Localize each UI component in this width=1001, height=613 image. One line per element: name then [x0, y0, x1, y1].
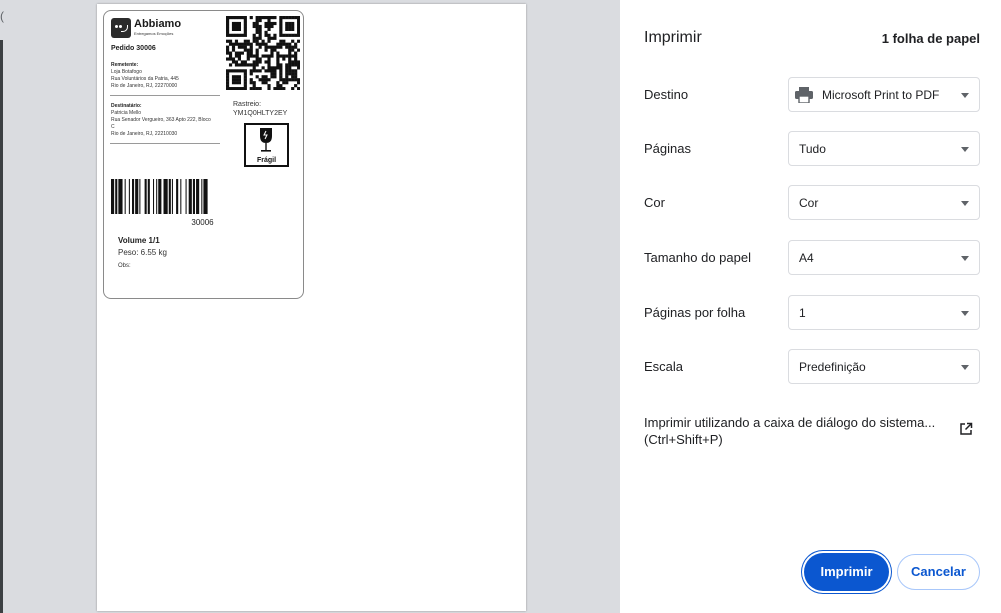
destination-label: Destino — [644, 87, 689, 102]
open-in-new-icon[interactable] — [959, 422, 973, 436]
system-dialog-link[interactable]: Imprimir utilizando a caixa de diálogo d… — [644, 414, 935, 448]
print-preview-area: ( Abbiamo Entregamos Emoções Pedido 3000… — [0, 0, 620, 613]
system-dialog-shortcut: (Ctrl+Shift+P) — [644, 432, 723, 447]
sheet-count: 1 folha de papel — [881, 31, 980, 46]
chevron-down-icon — [961, 201, 969, 206]
barcode-icon — [111, 179, 208, 214]
sender-city: Rio de Janeiro, RJ, 22270000 — [111, 83, 178, 89]
chevron-down-icon — [961, 311, 969, 316]
divider — [110, 143, 220, 144]
brand-name: Abbiamo — [134, 18, 182, 30]
paper-size-value: A4 — [799, 251, 814, 265]
fragile-badge: Frágil — [244, 123, 289, 167]
preview-page: Abbiamo Entregamos Emoções Pedido 30006 … — [97, 4, 526, 611]
shipping-label: Abbiamo Entregamos Emoções Pedido 30006 … — [103, 10, 304, 299]
barcode-number: 30006 — [191, 218, 214, 227]
sender-street: Rua Voluntários da Patria, 445 — [111, 76, 179, 82]
divider — [110, 95, 220, 96]
paper-size-label: Tamanho do papel — [644, 250, 751, 265]
system-dialog-text: Imprimir utilizando a caixa de diálogo d… — [644, 415, 936, 430]
recipient-heading: Destinatário: — [111, 103, 142, 109]
volume-label: Volume 1/1 — [118, 236, 160, 245]
recipient-street-cont: C — [111, 124, 115, 130]
scale-select[interactable]: Predefinição — [788, 349, 980, 384]
color-value: Cor — [799, 196, 819, 210]
sender-name: Loja Botafogo — [111, 69, 142, 75]
tracking-label: Rastreio: — [233, 101, 262, 108]
recipient-city: Rio de Janeiro, RJ, 22210030 — [111, 131, 178, 137]
chevron-down-icon — [961, 147, 969, 152]
chevron-down-icon — [961, 256, 969, 261]
sender-heading: Remetente: — [111, 62, 139, 68]
print-button[interactable]: Imprimir — [804, 553, 889, 591]
destination-select[interactable]: Microsoft Print to PDF — [788, 77, 980, 112]
pages-per-sheet-select[interactable]: 1 — [788, 295, 980, 330]
scale-value: Predefinição — [799, 360, 866, 374]
pages-per-sheet-value: 1 — [799, 306, 806, 320]
tracking-code: YM1Q0HLTY2EY — [233, 110, 288, 117]
chevron-down-icon — [961, 365, 969, 370]
recipient-name: Patricia Mello — [111, 110, 142, 116]
paper-size-select[interactable]: A4 — [788, 240, 980, 275]
weight-label: Peso: 6.55 kg — [118, 248, 167, 257]
print-settings-panel: Imprimir 1 folha de papel Destino Micros… — [620, 0, 1001, 613]
left-edge-glyph: ( — [0, 9, 4, 23]
fragile-label: Frágil — [256, 157, 277, 164]
pages-select[interactable]: Tudo — [788, 131, 980, 166]
left-window-edge — [0, 40, 3, 613]
color-select[interactable]: Cor — [788, 185, 980, 220]
recipient-street: Rua Senador Vergueiro, 363 Apto 222, Blo… — [111, 117, 211, 123]
color-label: Cor — [644, 195, 665, 210]
chevron-down-icon — [961, 93, 969, 98]
pages-label: Páginas — [644, 141, 691, 156]
cancel-button[interactable]: Cancelar — [897, 554, 980, 590]
printer-icon — [795, 87, 813, 103]
wine-glass-icon — [260, 128, 272, 152]
destination-value: Microsoft Print to PDF — [822, 88, 940, 102]
notes-label: Obs: — [118, 263, 131, 269]
qr-code-icon — [226, 16, 300, 90]
brand-logo-icon — [111, 18, 131, 38]
scale-label: Escala — [644, 359, 684, 374]
pages-per-sheet-label: Páginas por folha — [644, 305, 746, 320]
pages-value: Tudo — [799, 142, 826, 156]
brand-tagline: Entregamos Emoções — [134, 31, 174, 36]
panel-title: Imprimir — [644, 29, 702, 46]
order-title: Pedido 30006 — [111, 45, 156, 52]
